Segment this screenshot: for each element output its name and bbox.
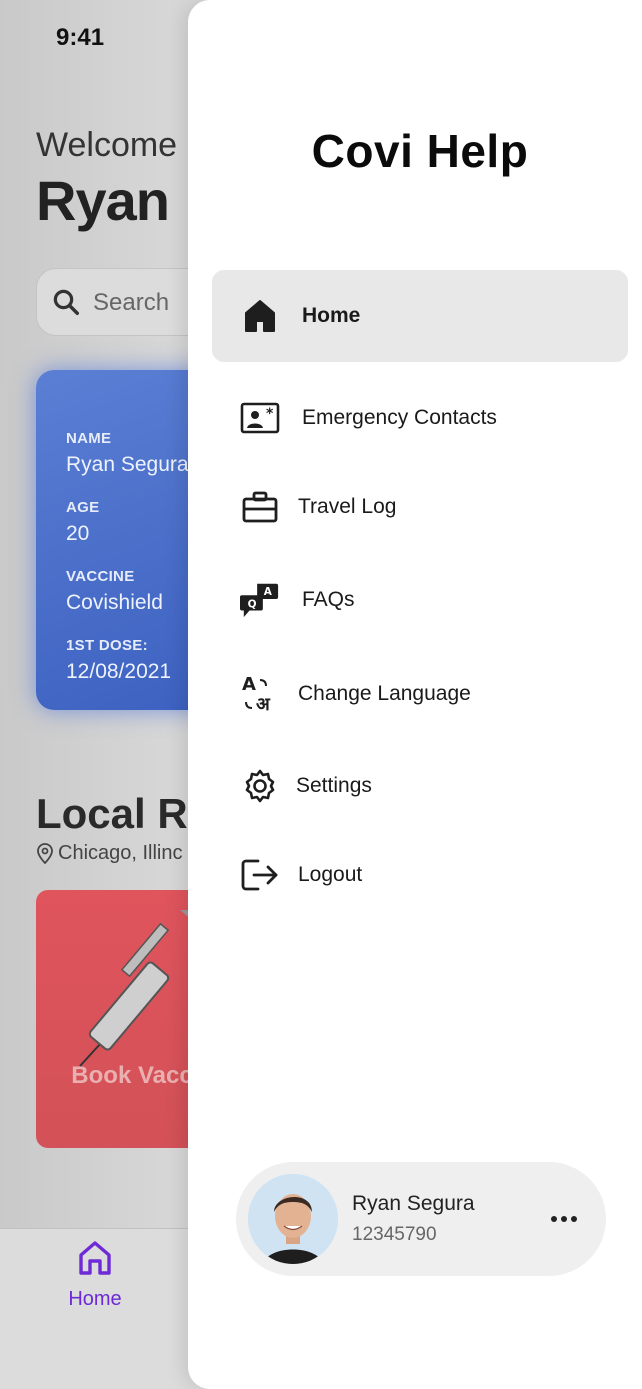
menu-label-home: Home — [302, 304, 361, 327]
translate-icon: A अ — [240, 674, 280, 714]
svg-text:*: * — [266, 406, 274, 422]
more-options-icon[interactable] — [544, 1206, 584, 1232]
menu-item-faqs[interactable]: A Q FAQs — [212, 554, 628, 646]
first-dose-label: 1ST DOSE: — [66, 637, 148, 654]
vaccine-value: Covishield — [66, 591, 163, 614]
local-resources-title: Local Re — [36, 790, 212, 837]
svg-text:अ: अ — [256, 694, 271, 714]
user-profile-card[interactable]: Ryan Segura 12345790 — [236, 1162, 606, 1276]
location-line: Chicago, Illinc — [36, 842, 183, 865]
status-time: 9:41 — [56, 24, 105, 51]
contact-card-icon: * — [240, 398, 280, 438]
svg-text:A: A — [264, 586, 273, 598]
menu-item-change-language[interactable]: A अ Change Language — [212, 648, 628, 740]
avatar — [248, 1174, 338, 1264]
briefcase-icon — [240, 487, 280, 527]
menu-label-travel-log: Travel Log — [298, 495, 397, 518]
svg-text:Q: Q — [248, 599, 257, 611]
svg-text:A: A — [242, 674, 256, 695]
menu-item-home[interactable]: Home — [212, 270, 628, 362]
welcome-text: Welcome — [36, 126, 178, 164]
gear-icon — [240, 766, 280, 806]
nav-home-label: Home — [68, 1288, 122, 1310]
navigation-drawer: Covi Help Home * Emergency Contacts Trav… — [188, 0, 642, 1389]
location-text: Chicago, Illinc — [58, 842, 183, 864]
profile-id: 12345790 — [352, 1224, 437, 1245]
menu-item-settings[interactable]: Settings — [212, 740, 628, 832]
qa-chat-icon: A Q — [240, 580, 280, 620]
profile-name: Ryan Segura — [352, 1192, 475, 1215]
menu-item-travel-log[interactable]: Travel Log — [212, 461, 628, 553]
menu-label-change-language: Change Language — [298, 682, 471, 705]
menu-label-logout: Logout — [298, 863, 363, 886]
app-title: Covi Help — [311, 125, 529, 177]
menu-label-faqs: FAQs — [302, 588, 355, 611]
menu-item-emergency-contacts[interactable]: * Emergency Contacts — [212, 372, 628, 464]
age-label: AGE — [66, 499, 100, 516]
name-value: Ryan Segura — [66, 453, 189, 476]
menu-label-emergency-contacts: Emergency Contacts — [302, 406, 497, 429]
menu-label-settings: Settings — [296, 774, 372, 797]
home-icon — [240, 296, 280, 336]
home-outline-icon — [79, 1241, 111, 1275]
search-icon — [53, 289, 79, 315]
name-label: NAME — [66, 430, 112, 447]
menu-item-logout[interactable]: Logout — [212, 829, 628, 921]
search-placeholder: Search — [93, 289, 170, 316]
first-dose-value: 12/08/2021 — [66, 660, 172, 683]
user-first-name: Ryan — [36, 169, 170, 232]
location-pin-icon — [37, 842, 53, 864]
vaccine-label: VACCINE — [66, 568, 135, 585]
logout-icon — [240, 855, 280, 895]
age-value: 20 — [66, 522, 90, 545]
nav-home-tab[interactable]: Home — [60, 1239, 130, 1311]
